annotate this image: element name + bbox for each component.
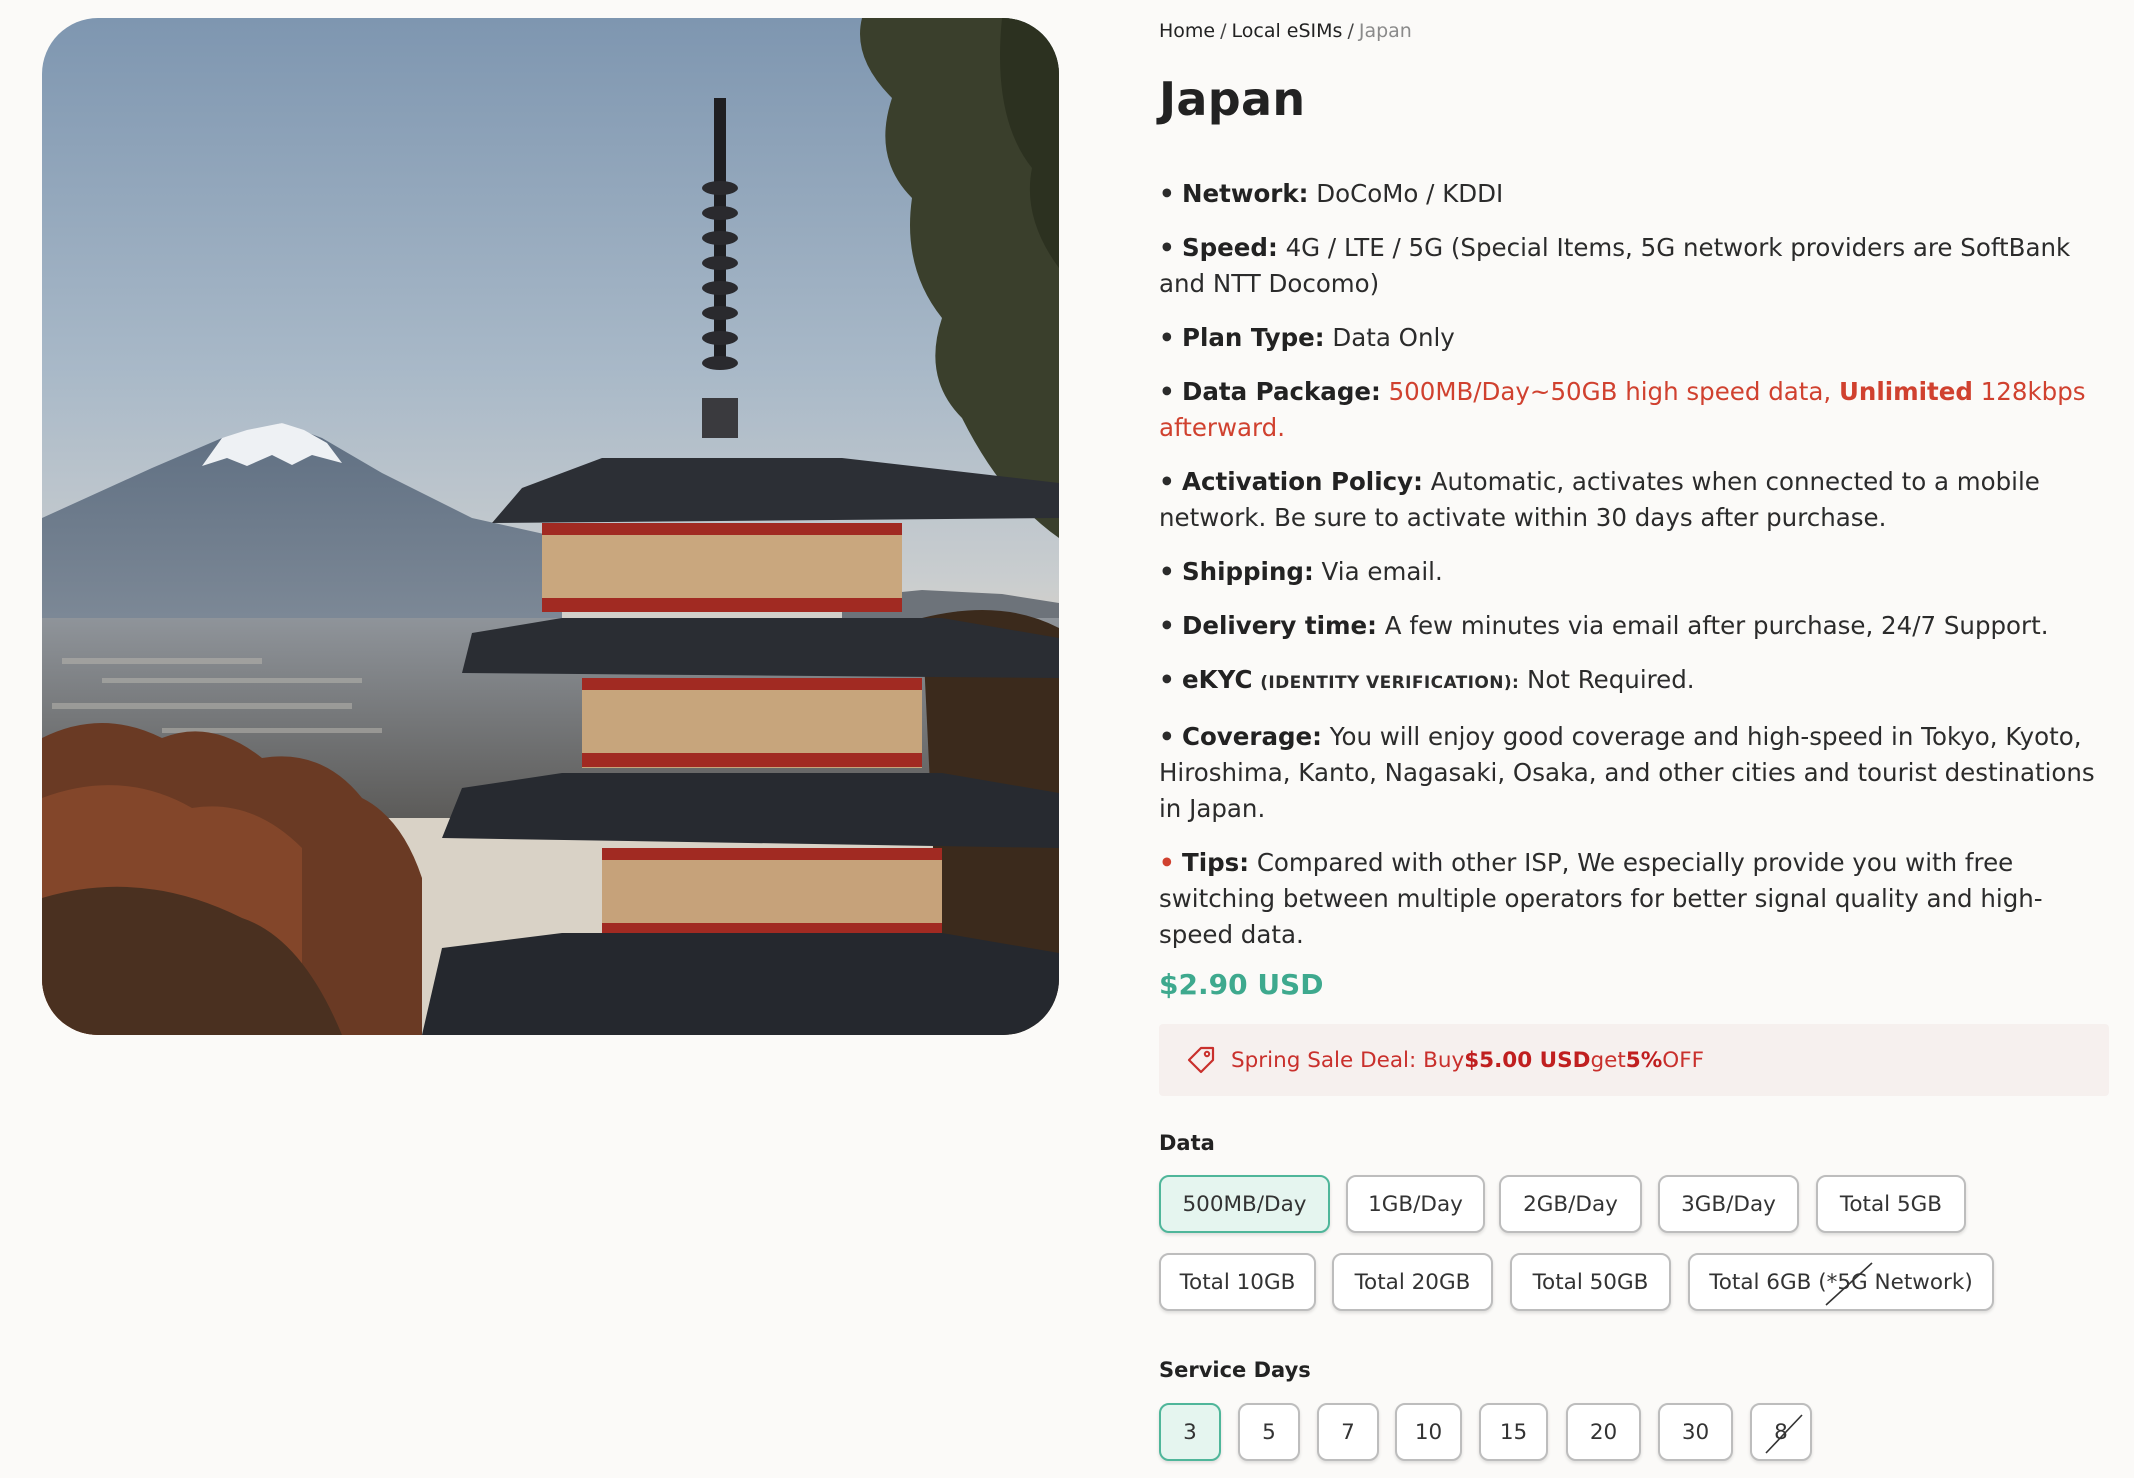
- spec-value: Not Required.: [1527, 665, 1695, 694]
- service-days-label: Service Days: [1159, 1358, 1311, 1382]
- data-option-total-5gb[interactable]: Total 5GB: [1816, 1175, 1966, 1233]
- option-label: 15: [1499, 1419, 1528, 1445]
- data-option-2gb-day[interactable]: 2GB/Day: [1499, 1175, 1642, 1233]
- spec-label: Tips:: [1182, 848, 1250, 877]
- spec-ekyc: • eKYC (IDENTITY VERIFICATION): Not Requi…: [1159, 665, 1695, 694]
- breadcrumb-local-esims[interactable]: Local eSIMs: [1232, 20, 1343, 42]
- data-option-total-50gb[interactable]: Total 50GB: [1510, 1253, 1671, 1311]
- spec-value-highlight: Unlimited: [1838, 377, 1973, 406]
- spec-label-small: (IDENTITY VERIFICATION):: [1260, 673, 1520, 693]
- spec-label: Speed:: [1182, 233, 1278, 262]
- spec-value: 4G / LTE / 5G (Special Items, 5G network…: [1159, 233, 2071, 298]
- sale-deal-banner: Spring Sale Deal: Buy $5.00 USD get 5% O…: [1159, 1024, 2109, 1096]
- pagoda-mount-fuji-photo: [42, 18, 1059, 1035]
- spec-value: Data Only: [1332, 323, 1455, 352]
- days-option-10[interactable]: 10: [1395, 1403, 1462, 1461]
- page-title: Japan: [1159, 72, 1306, 126]
- spec-tips: • Tips: Compared with other ISP, We espec…: [1159, 848, 2043, 949]
- product-image: [42, 18, 1059, 1035]
- days-option-5[interactable]: 5: [1238, 1403, 1300, 1461]
- deal-amount: $5.00 USD: [1464, 1047, 1591, 1073]
- option-label: 30: [1681, 1419, 1710, 1445]
- spec-value: Compared with other ISP, We especially p…: [1159, 848, 2043, 949]
- breadcrumb-separator: /: [1220, 20, 1227, 42]
- data-option-1gb-day[interactable]: 1GB/Day: [1346, 1175, 1485, 1233]
- spec-label: Data Package:: [1182, 377, 1381, 406]
- product-price: $2.90 USD: [1159, 968, 1324, 1001]
- option-label: 5: [1262, 1419, 1276, 1445]
- days-option-30[interactable]: 30: [1658, 1403, 1733, 1461]
- days-option-20[interactable]: 20: [1566, 1403, 1641, 1461]
- option-label: Total 6GB (*5G Network): [1709, 1269, 1973, 1295]
- option-label: 20: [1589, 1419, 1618, 1445]
- days-option-3[interactable]: 3: [1159, 1403, 1221, 1461]
- deal-middle: get: [1590, 1047, 1626, 1073]
- spec-label: Network:: [1182, 179, 1309, 208]
- price-tag-icon: [1187, 1046, 1215, 1074]
- data-option-3gb-day[interactable]: 3GB/Day: [1658, 1175, 1799, 1233]
- data-option-total-20gb[interactable]: Total 20GB: [1332, 1253, 1493, 1311]
- spec-label: eKYC: [1182, 665, 1253, 694]
- data-option-500mb-day[interactable]: 500MB/Day: [1159, 1175, 1330, 1233]
- spec-coverage: • Coverage: You will enjoy good coverage …: [1159, 722, 2095, 823]
- spec-list: • Network: DoCoMo / KDDI • Speed: 4G / LTE…: [1159, 176, 2109, 971]
- deal-prefix: Spring Sale Deal: Buy: [1231, 1047, 1465, 1073]
- days-option-15[interactable]: 15: [1479, 1403, 1548, 1461]
- spec-speed: • Speed: 4G / LTE / 5G (Special Items, 5G…: [1159, 233, 2071, 298]
- option-label: 3GB/Day: [1681, 1191, 1776, 1217]
- breadcrumb-separator: /: [1347, 20, 1354, 42]
- spec-delivery-time: • Delivery time: A few minutes via email …: [1159, 611, 2049, 640]
- option-label: 2GB/Day: [1523, 1191, 1618, 1217]
- option-label: 8: [1774, 1419, 1788, 1445]
- option-label: 7: [1341, 1419, 1355, 1445]
- deal-percent: 5%: [1625, 1047, 1663, 1073]
- spec-plan-type: • Plan Type: Data Only: [1159, 323, 1455, 352]
- data-option-total-6gb-5g-unavailable[interactable]: Total 6GB (*5G Network): [1688, 1253, 1994, 1311]
- spec-label: Coverage:: [1182, 722, 1322, 751]
- option-label: Total 10GB: [1179, 1269, 1296, 1295]
- spec-data-package: • Data Package: 500MB/Day~50GB high speed…: [1159, 377, 2086, 442]
- spec-value: A few minutes via email after purchase, …: [1384, 611, 2049, 640]
- spec-network: • Network: DoCoMo / KDDI: [1159, 179, 1504, 208]
- days-option-8-unavailable[interactable]: 8: [1750, 1403, 1812, 1461]
- breadcrumb-home[interactable]: Home: [1159, 20, 1215, 42]
- deal-suffix: OFF: [1662, 1047, 1704, 1073]
- data-option-total-10gb[interactable]: Total 10GB: [1159, 1253, 1316, 1311]
- breadcrumb: Home / Local eSIMs / Japan: [1159, 20, 1412, 42]
- spec-shipping: • Shipping: Via email.: [1159, 557, 1443, 586]
- spec-label: Shipping:: [1182, 557, 1314, 586]
- option-label: 3: [1183, 1419, 1197, 1445]
- option-label: Total 5GB: [1839, 1191, 1943, 1217]
- spec-value: DoCoMo / KDDI: [1316, 179, 1504, 208]
- option-label: 1GB/Day: [1368, 1191, 1463, 1217]
- breadcrumb-current: Japan: [1358, 20, 1412, 42]
- option-label: 10: [1414, 1419, 1443, 1445]
- spec-label: Activation Policy:: [1182, 467, 1423, 496]
- spec-activation-policy: • Activation Policy: Automatic, activates…: [1159, 467, 2040, 532]
- spec-value: 500MB/Day~50GB high speed data,: [1388, 377, 1839, 406]
- option-label: 500MB/Day: [1182, 1191, 1307, 1217]
- spec-label: Delivery time:: [1182, 611, 1377, 640]
- option-label: Total 20GB: [1354, 1269, 1471, 1295]
- option-label: Total 50GB: [1532, 1269, 1649, 1295]
- days-option-7[interactable]: 7: [1317, 1403, 1379, 1461]
- spec-label: Plan Type:: [1182, 323, 1325, 352]
- spec-value: Via email.: [1321, 557, 1443, 586]
- data-section-label: Data: [1159, 1131, 1215, 1155]
